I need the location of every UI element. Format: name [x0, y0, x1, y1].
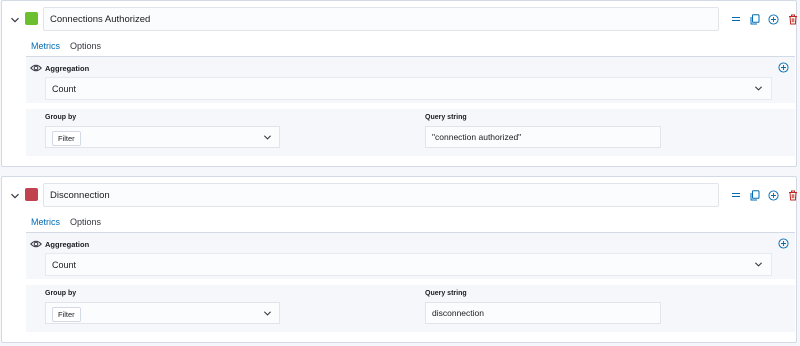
aggregation-select[interactable]: Count — [45, 77, 772, 100]
series-tabs: Metrics Options — [26, 214, 106, 234]
group-by-value: Filter — [52, 131, 81, 146]
aggregation-title: Aggregation — [45, 64, 90, 73]
chevron-down-icon — [263, 309, 272, 320]
series-tabs: Metrics Options — [26, 38, 106, 58]
chevron-down-icon — [754, 260, 763, 271]
add-aggregation-icon[interactable] — [778, 62, 790, 74]
add-series-icon[interactable] — [764, 187, 783, 203]
tab-options[interactable]: Options — [65, 214, 106, 234]
group-by-label: Group by — [45, 114, 77, 121]
eye-icon[interactable] — [30, 239, 42, 249]
query-string-input[interactable] — [425, 302, 661, 324]
series-actions — [726, 187, 800, 203]
group-by-select[interactable]: Filter — [45, 126, 280, 148]
add-series-icon[interactable] — [764, 11, 783, 27]
clone-series-icon[interactable] — [745, 11, 764, 27]
series-actions — [726, 11, 800, 27]
tab-metrics[interactable]: Metrics — [26, 214, 65, 234]
group-by-label: Group by — [45, 290, 77, 297]
delete-series-icon[interactable] — [783, 11, 800, 27]
collapse-chevron-icon[interactable] — [8, 13, 22, 27]
eye-icon[interactable] — [30, 63, 42, 73]
series-color-swatch[interactable] — [25, 188, 38, 201]
series-label-input[interactable] — [43, 183, 719, 207]
query-string-label: Query string — [425, 114, 467, 121]
series-label-input[interactable] — [43, 7, 719, 31]
aggregation-select[interactable]: Count — [45, 253, 772, 276]
chevron-down-icon — [263, 133, 272, 144]
clone-series-icon[interactable] — [745, 187, 764, 203]
group-by-value: Filter — [52, 307, 81, 322]
series-panel-2: Metrics Options Aggregation Count Group … — [1, 176, 797, 343]
aggregation-title: Aggregation — [45, 240, 90, 249]
add-aggregation-icon[interactable] — [778, 238, 790, 250]
aggregation-value: Count — [52, 83, 77, 94]
query-string-input[interactable] — [425, 126, 661, 148]
series-panel-1: Metrics Options Aggregation Count Group … — [1, 0, 797, 167]
drag-handle-icon[interactable] — [726, 11, 745, 27]
series-color-swatch[interactable] — [25, 12, 38, 25]
tab-options[interactable]: Options — [65, 38, 106, 58]
delete-series-icon[interactable] — [783, 187, 800, 203]
collapse-chevron-icon[interactable] — [8, 189, 22, 203]
query-string-label: Query string — [425, 290, 467, 297]
group-by-select[interactable]: Filter — [45, 302, 280, 324]
drag-handle-icon[interactable] — [726, 187, 745, 203]
tab-metrics[interactable]: Metrics — [26, 38, 65, 58]
chevron-down-icon — [754, 84, 763, 95]
aggregation-value: Count — [52, 259, 77, 270]
